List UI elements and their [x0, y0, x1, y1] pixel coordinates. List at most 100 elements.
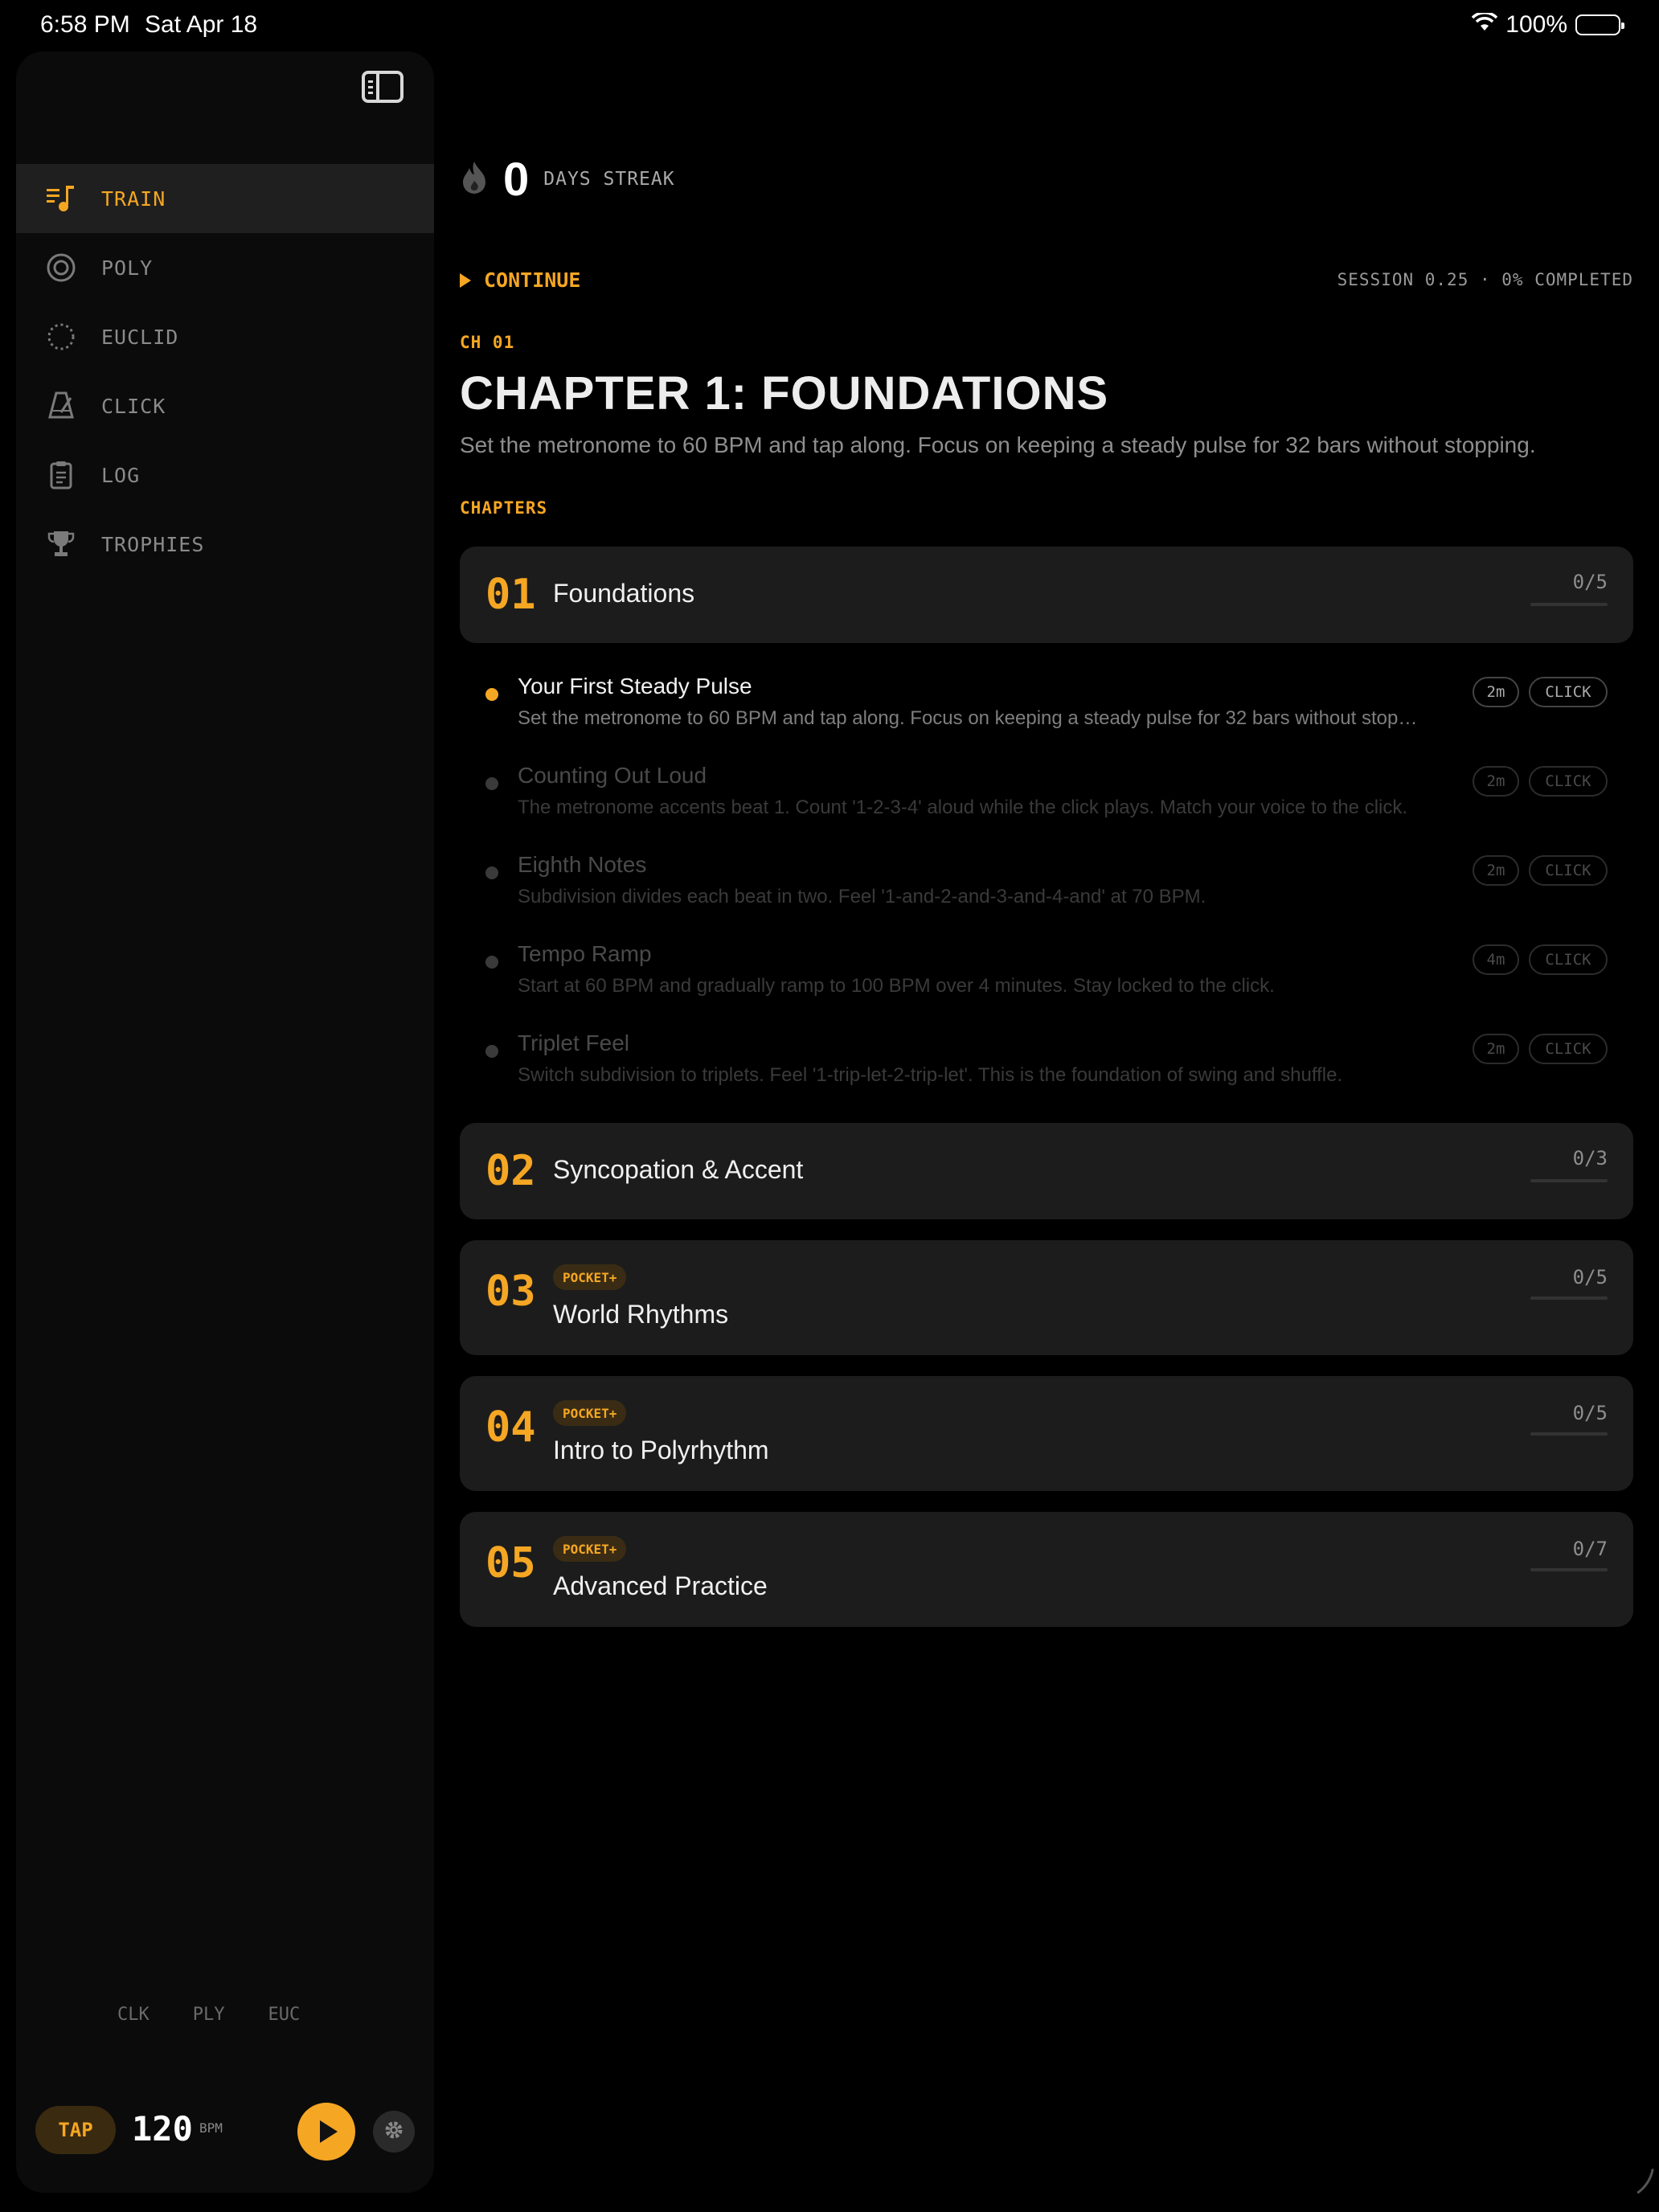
transport-bar: TAP 120 BPM [35, 2103, 415, 2161]
lesson-duration: 2m [1473, 677, 1519, 707]
chapter-progress: 0/5 [1572, 571, 1608, 593]
streak: 0 DAYS STREAK [460, 151, 675, 207]
lesson-item[interactable]: Counting Out Loud The metronome accents … [460, 752, 1633, 832]
sidebar-item-label: TRAIN [101, 186, 166, 211]
chapter-title: Syncopation & Accent [553, 1155, 804, 1184]
chapter-title: Intro to Polyrhythm [553, 1436, 769, 1464]
concentric-circle-icon [45, 252, 77, 284]
chapter-number: 04 [485, 1403, 536, 1452]
chapters-label: CHAPTERS [460, 498, 548, 518]
chapter-number: 01 [485, 571, 536, 619]
chapter-number: 05 [485, 1539, 536, 1587]
lesson-description: Start at 60 BPM and gradually ramp to 10… [518, 975, 1275, 997]
lesson-item[interactable]: Tempo Ramp Start at 60 BPM and gradually… [460, 930, 1633, 1010]
chapter-number: 03 [485, 1268, 536, 1316]
sidebar-item-label: CLICK [101, 394, 166, 418]
chapter-progress-bar [1530, 1568, 1608, 1571]
chapter-progress: 0/7 [1572, 1538, 1608, 1560]
lesson-type: CLICK [1529, 677, 1608, 707]
streak-label: DAYS STREAK [543, 169, 675, 190]
sidebar-item-label: POLY [101, 256, 154, 280]
lesson-item[interactable]: Your First Steady Pulse Set the metronom… [460, 662, 1633, 743]
chapter-progress: 0/5 [1572, 1402, 1608, 1424]
mini-tab-euc[interactable]: EUC [268, 2005, 301, 2025]
tap-tempo-button[interactable]: TAP [35, 2106, 116, 2154]
sidebar-item-log[interactable]: LOG [16, 440, 434, 510]
chapter-title: World Rhythms [553, 1300, 729, 1329]
lesson-status-dot [485, 866, 498, 879]
lesson-status-dot [485, 1045, 498, 1058]
lesson-duration: 4m [1473, 944, 1519, 975]
sidebar-nav: TRAIN POLY EUCLID CLICK LOG TROPHIES [16, 164, 434, 579]
pocket-plus-badge: POCKET+ [553, 1264, 627, 1290]
status-time: 6:58 PM [40, 11, 130, 38]
chapter-tag: CH 01 [460, 333, 515, 352]
chapter-progress: 0/5 [1572, 1266, 1608, 1288]
lesson-type: CLICK [1529, 1034, 1608, 1064]
mode-mini-tabs: CLK PLY EUC [117, 2005, 300, 2025]
resize-corner-icon [1609, 2162, 1654, 2207]
status-date: Sat Apr 18 [145, 11, 258, 38]
lesson-type: CLICK [1529, 944, 1608, 975]
lesson-type: CLICK [1529, 855, 1608, 886]
lesson-title: Tempo Ramp [518, 941, 652, 966]
sidebar-item-euclid[interactable]: EUCLID [16, 302, 434, 371]
sidebar-item-train[interactable]: TRAIN [16, 164, 434, 233]
chapter-title: Foundations [553, 579, 695, 608]
chapter-progress-bar [1530, 603, 1608, 606]
chapter-progress: 0/3 [1572, 1147, 1608, 1169]
music-list-icon [45, 182, 77, 215]
chapter-card[interactable]: 01 Foundations 0/5 [460, 547, 1633, 643]
chapter-card[interactable]: 04 POCKET+ Intro to Polyrhythm 0/5 [460, 1376, 1633, 1491]
chapter-progress-bar [1530, 1179, 1608, 1182]
sidebar-toggle-icon[interactable] [362, 71, 403, 103]
continue-button[interactable]: CONTINUE [460, 268, 580, 292]
lesson-item[interactable]: Eighth Notes Subdivision divides each be… [460, 841, 1633, 921]
battery-icon [1575, 14, 1624, 35]
lesson-item[interactable]: Triplet Feel Switch subdivision to tripl… [460, 1019, 1633, 1100]
gear-icon [383, 2120, 404, 2144]
chapter-title: Advanced Practice [553, 1571, 768, 1600]
lesson-title: Triplet Feel [518, 1030, 630, 1055]
chapter-progress-bar [1530, 1432, 1608, 1436]
sidebar: TRAIN POLY EUCLID CLICK LOG TROPHIES [16, 51, 434, 2193]
lesson-duration: 2m [1473, 766, 1519, 797]
pocket-plus-badge: POCKET+ [553, 1536, 627, 1562]
lesson-status-dot [485, 956, 498, 969]
mini-tab-ply[interactable]: PLY [193, 2005, 225, 2025]
chapter-card[interactable]: 05 POCKET+ Advanced Practice 0/7 [460, 1512, 1633, 1627]
lesson-title: Eighth Notes [518, 852, 647, 877]
streak-count: 0 [503, 153, 530, 206]
lesson-description: Switch subdivision to triplets. Feel '1-… [518, 1064, 1343, 1086]
continue-label: CONTINUE [484, 268, 581, 292]
pocket-plus-badge: POCKET+ [553, 1400, 627, 1426]
chapter-description: Set the metronome to 60 BPM and tap alon… [460, 432, 1536, 457]
sidebar-item-trophies[interactable]: TROPHIES [16, 510, 434, 579]
status-right: 100% [1472, 11, 1624, 39]
sidebar-item-label: TROPHIES [101, 532, 205, 556]
sidebar-item-label: LOG [101, 463, 141, 487]
lesson-duration: 2m [1473, 855, 1519, 886]
sidebar-item-click[interactable]: CLICK [16, 371, 434, 440]
chapter-progress-bar [1530, 1296, 1608, 1300]
trophy-icon [45, 528, 77, 560]
lesson-duration: 2m [1473, 1034, 1519, 1064]
metronome-icon [45, 390, 77, 422]
play-button[interactable] [297, 2103, 355, 2161]
flame-icon [460, 160, 489, 199]
battery-percent: 100% [1505, 11, 1567, 38]
mini-tab-clk[interactable]: CLK [117, 2005, 150, 2025]
chapter-card[interactable]: 02 Syncopation & Accent 0/3 [460, 1123, 1633, 1219]
lesson-status-dot [485, 777, 498, 790]
settings-button[interactable] [373, 2111, 415, 2153]
sidebar-item-label: EUCLID [101, 325, 179, 349]
bpm-value[interactable]: 120 [132, 2109, 193, 2149]
session-info: SESSION 0.25 · 0% COMPLETED [1337, 270, 1633, 289]
lesson-description: The metronome accents beat 1. Count '1-2… [518, 797, 1408, 818]
lesson-title: Counting Out Loud [518, 763, 707, 788]
sidebar-item-poly[interactable]: POLY [16, 233, 434, 302]
play-triangle-icon [460, 272, 471, 288]
lesson-type: CLICK [1529, 766, 1608, 797]
bpm-unit: BPM [199, 2120, 223, 2136]
chapter-card[interactable]: 03 POCKET+ World Rhythms 0/5 [460, 1240, 1633, 1355]
